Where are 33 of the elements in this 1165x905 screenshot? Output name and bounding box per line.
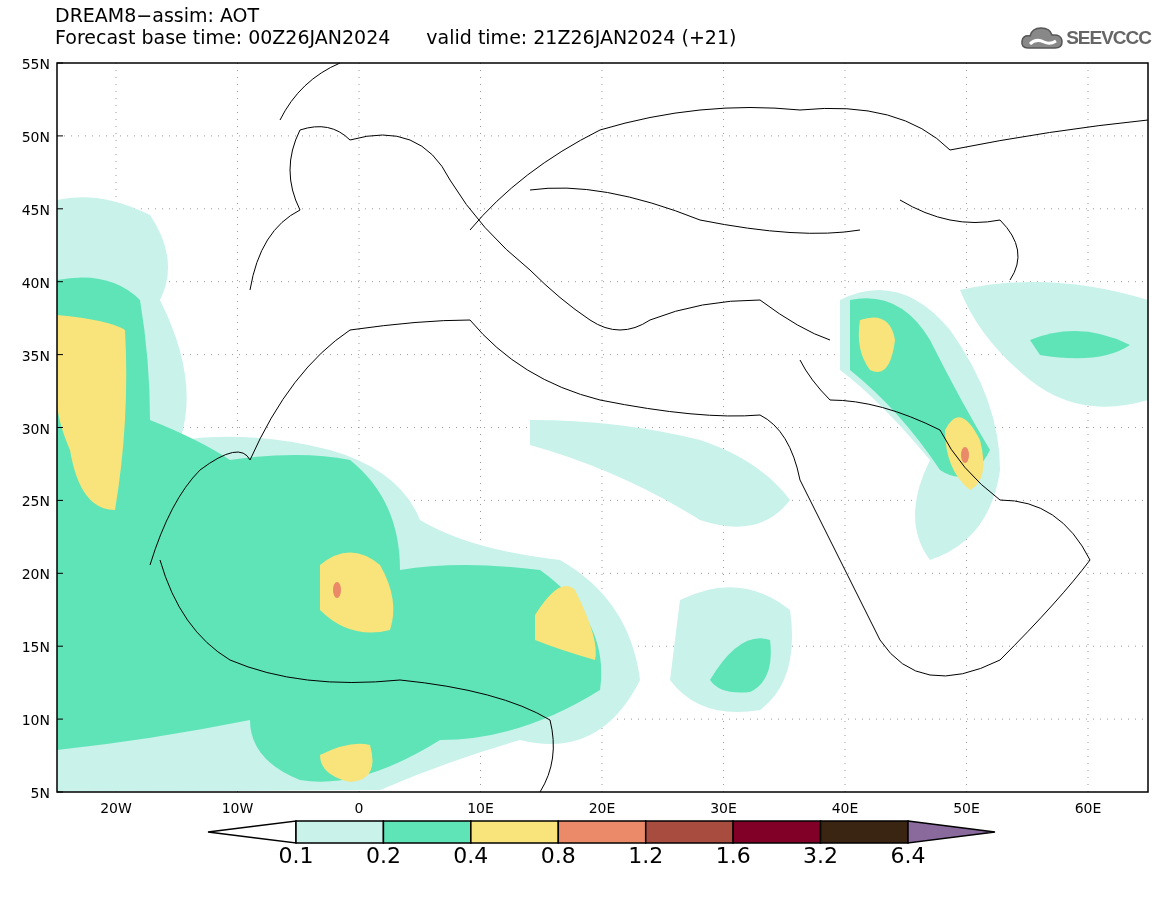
- latitude-label: 30N: [21, 420, 50, 437]
- longitude-label: 10W: [221, 800, 254, 815]
- colorbar-label: 1.6: [715, 843, 751, 865]
- cloud-logo-icon: [1020, 26, 1065, 50]
- colorbar-label: 0.4: [453, 843, 489, 865]
- latitude-label: 15N: [21, 639, 50, 656]
- latitude-label: 50N: [21, 128, 50, 145]
- latitude-label: 5N: [30, 785, 50, 801]
- logo-text: SEEVCCC: [1066, 27, 1151, 49]
- colorbar-label: 0.8: [540, 843, 576, 865]
- latitude-label: 55N: [21, 56, 50, 72]
- plot-title: DREAM8−assim: AOT: [55, 4, 260, 26]
- longitude-label: 20W: [100, 800, 132, 815]
- latitude-label: 10N: [21, 712, 50, 729]
- colorbar-label: 0.2: [365, 843, 401, 865]
- longitude-label: 20E: [588, 800, 616, 815]
- latitude-label: 25N: [21, 493, 50, 510]
- longitude-label: 40E: [831, 800, 859, 815]
- latitude-label: 45N: [21, 201, 50, 218]
- longitude-label: 0: [354, 800, 364, 815]
- longitude-label: 50E: [953, 800, 980, 815]
- latitude-label: 40N: [21, 274, 50, 291]
- latitude-label: 35N: [21, 347, 50, 364]
- colorbar-label: 0.1: [278, 843, 314, 865]
- colorbar-label: 1.2: [628, 843, 664, 865]
- latitude-label: 20N: [21, 566, 50, 583]
- longitude-label: 30E: [710, 800, 737, 815]
- valid-time: valid time: 21Z26JAN2024 (+21): [426, 26, 737, 48]
- base-time: Forecast base time: 00Z26JAN2024: [55, 26, 391, 48]
- longitude-label: 10E: [467, 800, 494, 815]
- longitude-label: 60E: [1074, 800, 1102, 815]
- colorbar-label: 3.2: [803, 843, 839, 865]
- colorbar-label: 6.4: [890, 843, 926, 865]
